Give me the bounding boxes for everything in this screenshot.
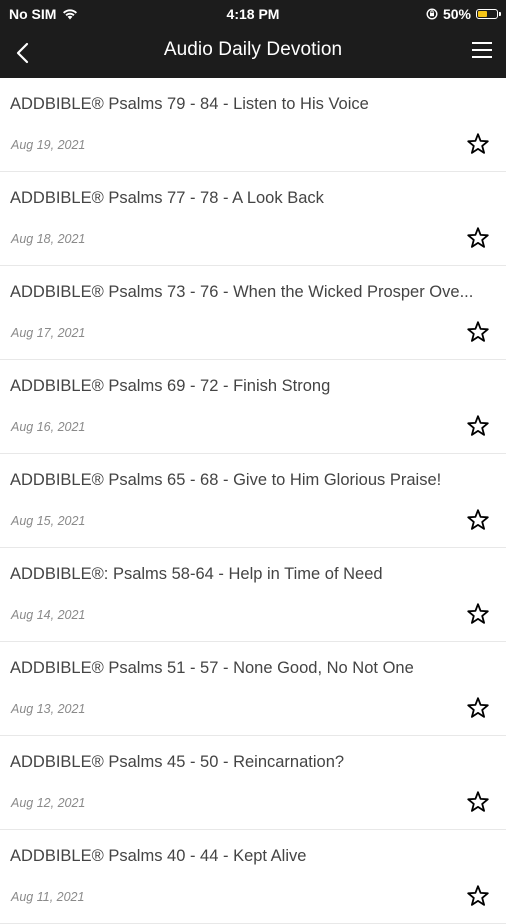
- list-item[interactable]: ADDBIBLE®: Psalms 58-64 - Help in Time o…: [0, 548, 506, 642]
- item-date: Aug 14, 2021: [11, 608, 86, 622]
- favorite-star-icon[interactable]: [466, 226, 490, 250]
- item-title: ADDBIBLE® Psalms 79 - 84 - Listen to His…: [10, 95, 369, 113]
- favorite-star-icon[interactable]: [466, 414, 490, 438]
- item-date: Aug 11, 2021: [11, 890, 85, 904]
- list-item[interactable]: ADDBIBLE® Psalms 73 - 76 - When the Wick…: [0, 266, 506, 360]
- item-title: ADDBIBLE® Psalms 40 - 44 - Kept Alive: [10, 847, 307, 865]
- favorite-star-icon[interactable]: [466, 790, 490, 814]
- devotion-list: ADDBIBLE® Psalms 79 - 84 - Listen to His…: [0, 78, 506, 924]
- list-item[interactable]: ADDBIBLE® Psalms 69 - 72 - Finish Strong…: [0, 360, 506, 454]
- item-title: ADDBIBLE® Psalms 65 - 68 - Give to Him G…: [10, 471, 442, 489]
- nav-bar: Audio Daily Devotion: [0, 28, 506, 78]
- battery-percent: 50%: [442, 6, 471, 22]
- item-date: Aug 16, 2021: [11, 420, 86, 434]
- status-right: 50%: [426, 6, 501, 22]
- item-title: ADDBIBLE® Psalms 45 - 50 - Reincarnation…: [10, 753, 345, 771]
- list-item[interactable]: ADDBIBLE® Psalms 51 - 57 - None Good, No…: [0, 642, 506, 736]
- list-item[interactable]: ADDBIBLE® Psalms 77 - 78 - A Look Back Au…: [0, 172, 506, 266]
- battery-fill: [478, 11, 487, 17]
- favorite-star-icon[interactable]: [466, 320, 490, 344]
- battery-icon: [476, 9, 501, 19]
- item-title: ADDBIBLE®: Psalms 58-64 - Help in Time o…: [10, 565, 383, 583]
- item-date: Aug 15, 2021: [11, 514, 86, 528]
- favorite-star-icon[interactable]: [466, 696, 490, 720]
- page-title: Audio Daily Devotion: [163, 39, 343, 60]
- rotation-lock-icon: [426, 8, 438, 20]
- item-date: Aug 17, 2021: [11, 326, 86, 340]
- list-item[interactable]: ADDBIBLE® Psalms 65 - 68 - Give to Him G…: [0, 454, 506, 548]
- status-bar: No SIM 4:18 PM 50%: [0, 0, 506, 28]
- list-item[interactable]: ADDBIBLE® Psalms 79 - 84 - Listen to His…: [0, 78, 506, 172]
- item-date: Aug 18, 2021: [11, 232, 86, 246]
- item-date: Aug 12, 2021: [11, 796, 86, 810]
- list-item[interactable]: ADDBIBLE® Psalms 40 - 44 - Kept Alive Aug…: [0, 830, 506, 924]
- favorite-star-icon[interactable]: [466, 602, 490, 626]
- favorite-star-icon[interactable]: [466, 508, 490, 532]
- list-item[interactable]: ADDBIBLE® Psalms 45 - 50 - Reincarnation…: [0, 736, 506, 830]
- hamburger-menu-icon[interactable]: [471, 39, 493, 61]
- favorite-star-icon[interactable]: [466, 884, 490, 908]
- favorite-star-icon[interactable]: [466, 132, 490, 156]
- item-title: ADDBIBLE® Psalms 77 - 78 - A Look Back: [10, 189, 324, 207]
- item-date: Aug 13, 2021: [11, 702, 86, 716]
- item-title: ADDBIBLE® Psalms 51 - 57 - None Good, No…: [10, 659, 414, 677]
- item-title: ADDBIBLE® Psalms 73 - 76 - When the Wick…: [10, 283, 474, 301]
- item-title: ADDBIBLE® Psalms 69 - 72 - Finish Strong: [10, 377, 331, 395]
- item-date: Aug 19, 2021: [11, 138, 86, 152]
